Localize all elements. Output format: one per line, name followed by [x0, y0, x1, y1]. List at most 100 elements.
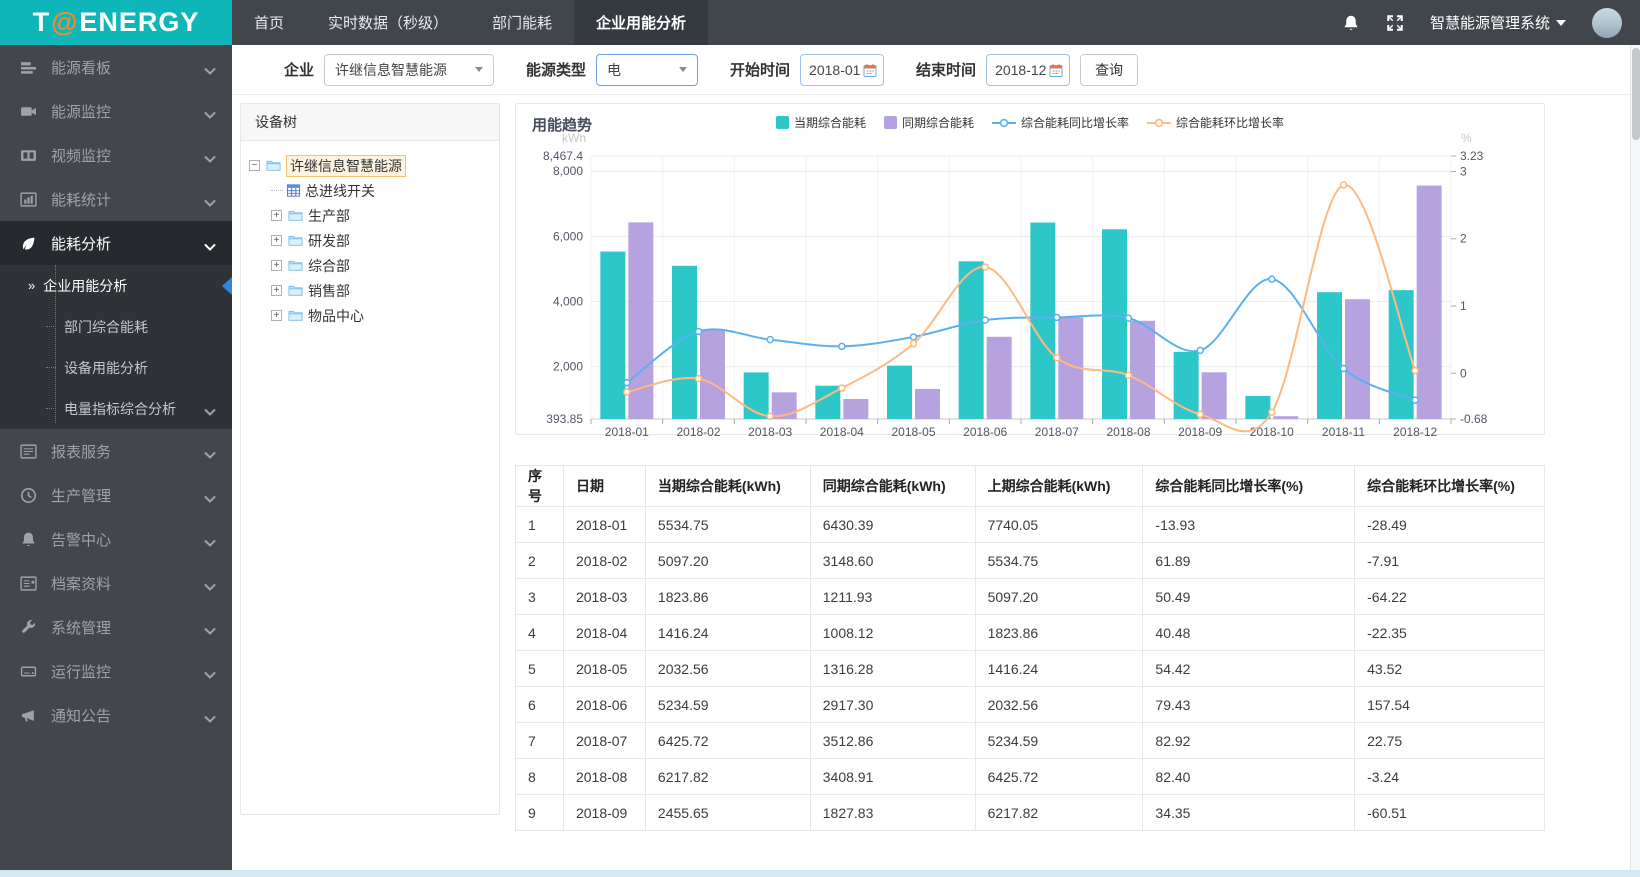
- sidebar-item-department-composite-energy[interactable]: 部门综合能耗: [0, 306, 232, 347]
- line-point-2018-02: [694, 327, 703, 336]
- table-cell: 2032.56: [644, 650, 811, 687]
- x-axis-label: 2018-04: [820, 425, 864, 436]
- table-cell: 3512.86: [809, 722, 976, 759]
- tree-node[interactable]: + 生产部: [271, 203, 491, 228]
- sidebar-item-label: 通知公告: [51, 707, 112, 725]
- sidebar-item-enterprise-energy-analysis[interactable]: » 企业用能分析: [0, 265, 232, 306]
- chevron-down-icon: [204, 155, 216, 163]
- tree-node[interactable]: + 物品中心: [271, 303, 491, 328]
- bell-icon: [22, 532, 35, 546]
- table-cell: 2: [515, 542, 564, 579]
- start-date-input[interactable]: 2018-01: [800, 53, 885, 86]
- sidebar-item-energy-statistics[interactable]: 能耗统计: [0, 177, 232, 221]
- sidebar-item-device-energy-analysis[interactable]: 设备用能分析: [0, 347, 232, 388]
- bar-current-2018-07: [1030, 222, 1056, 419]
- top-nav-tabs: 首页 实时数据（秒级） 部门能耗 企业用能分析: [232, 0, 709, 45]
- tree-node[interactable]: + 销售部: [271, 278, 491, 303]
- sidebar-item-archives[interactable]: 档案资料: [0, 561, 232, 605]
- table-row: 2 2018-02 5097.20 3148.60 5534.75 61.89 -7.91: [515, 542, 1545, 579]
- table-cell: 82.40: [1142, 758, 1356, 795]
- system-name-dropdown[interactable]: 智慧能源管理系统: [1430, 12, 1566, 33]
- tree-node-root[interactable]: − 许继信息智慧能源: [249, 153, 491, 178]
- tree-children: 总进线开关 + 生产部 + 研发部 + 综合部 + 销售部 + 物品中心: [249, 178, 491, 328]
- table-cell: 8: [515, 758, 564, 795]
- user-avatar[interactable]: [1592, 7, 1622, 38]
- expand-expander[interactable]: +: [271, 310, 282, 321]
- left-axis-tick-label: 8,467.4: [543, 149, 583, 163]
- folder-icon: [288, 285, 303, 296]
- notification-bell-icon[interactable]: [1342, 14, 1360, 32]
- table-cell: 9: [515, 794, 564, 831]
- left-axis-unit: kWh: [562, 131, 586, 145]
- vertical-scrollbar-thumb[interactable]: [1632, 48, 1640, 140]
- end-date-input[interactable]: 2018-12: [986, 53, 1071, 86]
- report-icon: [20, 443, 37, 459]
- tree-node[interactable]: 总进线开关: [271, 178, 491, 203]
- column-header: 序号: [515, 465, 564, 507]
- right-axis-tick-label: 1: [1460, 299, 1467, 313]
- expand-expander[interactable]: +: [271, 260, 282, 271]
- tree-node-label: 研发部: [308, 232, 350, 249]
- bar-current-2018-06: [958, 261, 984, 419]
- table-cell: 1823.86: [974, 614, 1144, 651]
- table-row: 3 2018-03 1823.86 1211.93 5097.20 50.49 -64.22: [515, 578, 1545, 615]
- line-point-2018-09: [1196, 346, 1204, 355]
- select-caret-icon: [679, 67, 688, 72]
- tab-department-energy[interactable]: 部门能耗: [470, 0, 574, 45]
- line-point-2018-12: [1411, 366, 1419, 375]
- energy-type-select[interactable]: 电: [596, 53, 699, 86]
- company-select[interactable]: 许继信息智慧能源: [324, 53, 495, 86]
- expand-expander[interactable]: +: [271, 285, 282, 296]
- table-cell: -60.51: [1354, 794, 1545, 831]
- sidebar-item-production-mgmt[interactable]: 生产管理: [0, 473, 232, 517]
- x-axis-label: 2018-09: [1178, 425, 1222, 436]
- tab-home[interactable]: 首页: [232, 0, 306, 45]
- chevron-down-icon: [204, 671, 216, 679]
- sidebar-item-system-mgmt[interactable]: 系统管理: [0, 605, 232, 649]
- sidebar-item-alarm-center[interactable]: 告警中心: [0, 517, 232, 561]
- table-cell: 5234.59: [644, 686, 811, 723]
- sidebar-item-video-monitor[interactable]: 视频监控: [0, 133, 232, 177]
- column-header: 日期: [562, 465, 646, 507]
- sidebar-item-operation-monitor[interactable]: 运行监控: [0, 649, 232, 693]
- sidebar-item-label: 电量指标综合分析: [64, 400, 176, 417]
- table-row: 5 2018-05 2032.56 1316.28 1416.24 54.42 43.52: [515, 650, 1545, 687]
- sidebar-item-power-index-analysis[interactable]: 电量指标综合分析: [0, 388, 232, 429]
- tree-node-label: 综合部: [308, 257, 350, 274]
- bar-peer-2018-12: [1416, 185, 1442, 419]
- sidebar-item-energy-analysis[interactable]: 能耗分析: [0, 221, 232, 265]
- collapse-expander[interactable]: −: [249, 160, 260, 171]
- chart-canvas: kWh % 8,467.48,000 6,000 4,000 2,000 393.85 3.2…: [543, 131, 1488, 436]
- tree-node[interactable]: + 综合部: [271, 253, 491, 278]
- drive-icon: [20, 666, 37, 676]
- chevron-down-icon: [204, 715, 216, 723]
- tab-enterprise-energy-analysis[interactable]: 企业用能分析: [574, 0, 709, 45]
- end-time-label: 结束时间: [916, 62, 977, 79]
- tree-node-label-selected: 许继信息智慧能源: [286, 154, 406, 177]
- table-cell: 6: [515, 686, 564, 723]
- x-axis-label: 2018-07: [1035, 425, 1079, 436]
- table-row: 4 2018-04 1416.24 1008.12 1823.86 40.48 -22.35: [515, 614, 1545, 651]
- sidebar-item-report-service[interactable]: 报表服务: [0, 429, 232, 473]
- tree-node[interactable]: + 研发部: [271, 228, 491, 253]
- expand-expander[interactable]: +: [271, 210, 282, 221]
- sidebar-item-energy-monitor[interactable]: 能源监控: [0, 89, 232, 133]
- tab-realtime-data[interactable]: 实时数据（秒级）: [306, 0, 470, 45]
- left-axis-tick-label: 2,000: [553, 360, 583, 374]
- expand-expander[interactable]: +: [271, 235, 282, 246]
- horizontal-scrollbar[interactable]: [0, 870, 1640, 877]
- line-point-2018-05: [909, 339, 918, 348]
- device-tree-header: 设备树: [241, 104, 499, 141]
- table-row: 6 2018-06 5234.59 2917.30 2032.56 79.43 157.54: [515, 686, 1545, 723]
- fullscreen-icon[interactable]: [1386, 14, 1404, 32]
- right-axis-tick-label: 2: [1460, 232, 1467, 246]
- vertical-scrollbar[interactable]: [1630, 45, 1640, 870]
- sidebar-item-energy-dashboard[interactable]: 能源看板: [0, 45, 232, 89]
- table-cell: 2455.65: [644, 794, 811, 831]
- sidebar-item-notice[interactable]: 通知公告: [0, 693, 232, 737]
- sidebar-item-label: 企业用能分析: [43, 277, 128, 294]
- right-axis-unit: %: [1461, 131, 1472, 145]
- x-axis-label: 2018-11: [1322, 425, 1365, 436]
- query-button[interactable]: 查询: [1080, 53, 1139, 86]
- x-axis-label: 2018-08: [1106, 425, 1150, 436]
